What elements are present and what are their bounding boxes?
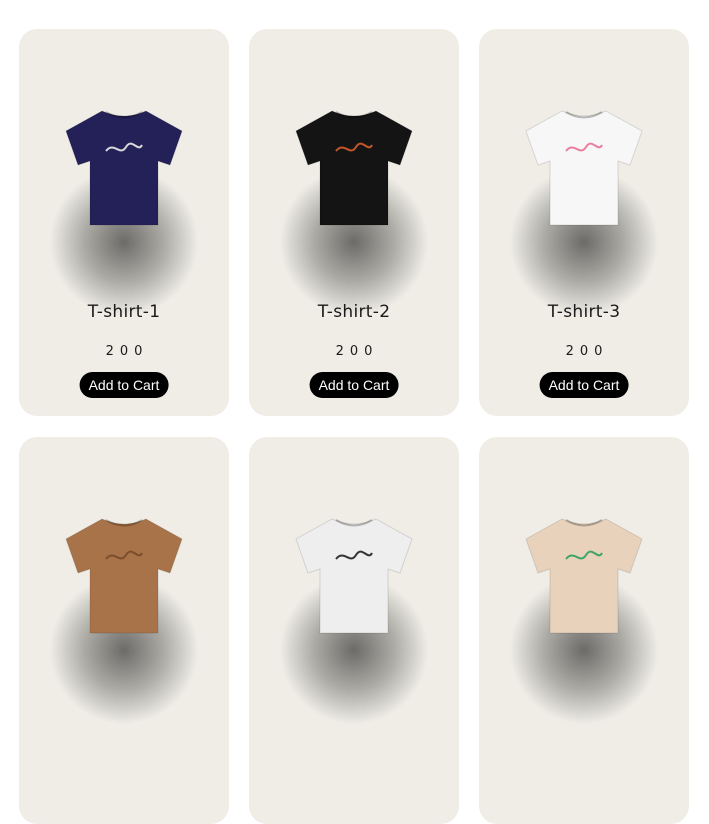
- product-price: 200: [105, 344, 149, 359]
- shirt-body: [525, 518, 643, 634]
- product-card[interactable]: T-shirt-3 200 Add to Cart: [479, 29, 689, 416]
- tshirt-icon: [295, 518, 413, 634]
- add-to-cart-button[interactable]: Add to Cart: [539, 372, 629, 398]
- product-price: 200: [565, 344, 609, 359]
- product-grid: T-shirt-1 200 Add to Cart T-shirt-2 200 …: [19, 29, 689, 824]
- product-card[interactable]: T-shirt-1 200 Add to Cart: [19, 29, 229, 416]
- add-to-cart-button[interactable]: Add to Cart: [79, 372, 169, 398]
- product-card[interactable]: T-shirt-2 200 Add to Cart: [249, 29, 459, 416]
- tshirt-icon: [525, 518, 643, 634]
- tshirt-icon: [525, 110, 643, 226]
- tshirt-image[interactable]: [522, 107, 646, 229]
- product-title: T-shirt-1: [87, 302, 161, 322]
- product-title: T-shirt-2: [317, 302, 391, 322]
- tshirt-image[interactable]: [62, 515, 186, 637]
- product-title: T-shirt-3: [547, 302, 621, 322]
- product-card[interactable]: [19, 437, 229, 824]
- shirt-body: [295, 518, 413, 634]
- tshirt-image[interactable]: [62, 107, 186, 229]
- product-price: 200: [335, 344, 379, 359]
- tshirt-icon: [295, 110, 413, 226]
- tshirt-image[interactable]: [292, 107, 416, 229]
- shirt-body: [65, 518, 183, 634]
- product-card[interactable]: [249, 437, 459, 824]
- shirt-body: [65, 110, 183, 226]
- tshirt-icon: [65, 518, 183, 634]
- tshirt-image[interactable]: [522, 515, 646, 637]
- shirt-body: [295, 110, 413, 226]
- tshirt-image[interactable]: [292, 515, 416, 637]
- add-to-cart-button[interactable]: Add to Cart: [309, 372, 399, 398]
- tshirt-icon: [65, 110, 183, 226]
- shirt-body: [525, 110, 643, 226]
- product-card[interactable]: [479, 437, 689, 824]
